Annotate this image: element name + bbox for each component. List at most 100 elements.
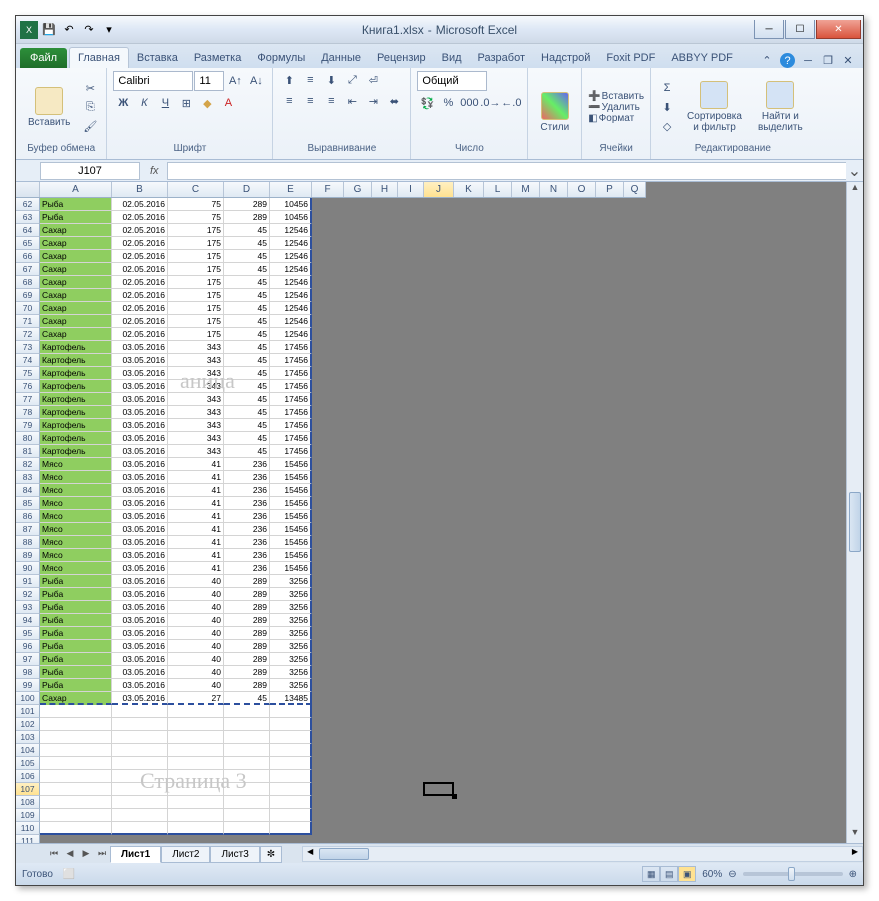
- cell[interactable]: Мясо: [40, 562, 112, 575]
- cell[interactable]: [596, 419, 624, 432]
- cell[interactable]: Рыба: [40, 588, 112, 601]
- cell[interactable]: [40, 822, 112, 835]
- cell[interactable]: 02.05.2016: [112, 250, 168, 263]
- cell[interactable]: [398, 380, 424, 393]
- cell[interactable]: [398, 497, 424, 510]
- cell[interactable]: 289: [224, 653, 270, 666]
- cell[interactable]: Картофель: [40, 341, 112, 354]
- row-header[interactable]: 69: [16, 289, 40, 302]
- cell[interactable]: [270, 731, 312, 744]
- cell[interactable]: [512, 471, 540, 484]
- fill-handle[interactable]: [452, 794, 457, 799]
- cell[interactable]: [454, 315, 484, 328]
- cell[interactable]: [568, 523, 596, 536]
- cell[interactable]: [454, 224, 484, 237]
- cell[interactable]: [112, 809, 168, 822]
- cell[interactable]: [344, 484, 372, 497]
- cell[interactable]: 343: [168, 419, 224, 432]
- format-cells-icon[interactable]: ◧: [588, 113, 597, 124]
- cell[interactable]: [398, 718, 424, 731]
- cell[interactable]: 02.05.2016: [112, 289, 168, 302]
- cell[interactable]: [540, 289, 568, 302]
- cell[interactable]: [398, 276, 424, 289]
- zoom-out-icon[interactable]: ⊖: [728, 869, 736, 880]
- cell[interactable]: [454, 367, 484, 380]
- cell[interactable]: [372, 458, 398, 471]
- cell[interactable]: 343: [168, 393, 224, 406]
- font-color-icon[interactable]: A: [218, 94, 238, 112]
- cell[interactable]: [454, 640, 484, 653]
- cell[interactable]: [596, 393, 624, 406]
- cell[interactable]: [344, 744, 372, 757]
- cell[interactable]: [398, 315, 424, 328]
- cell[interactable]: [424, 627, 454, 640]
- row-header[interactable]: 83: [16, 471, 40, 484]
- cell[interactable]: [312, 250, 344, 263]
- cell[interactable]: [40, 731, 112, 744]
- cell[interactable]: [568, 302, 596, 315]
- cell[interactable]: 03.05.2016: [112, 380, 168, 393]
- cell[interactable]: 41: [168, 562, 224, 575]
- cell[interactable]: [372, 757, 398, 770]
- cell[interactable]: [484, 731, 512, 744]
- zoom-slider[interactable]: [743, 872, 843, 876]
- cell[interactable]: [484, 705, 512, 718]
- cell[interactable]: 289: [224, 211, 270, 224]
- cell[interactable]: [344, 653, 372, 666]
- cell[interactable]: 40: [168, 666, 224, 679]
- cell[interactable]: Мясо: [40, 484, 112, 497]
- cell[interactable]: [312, 783, 344, 796]
- cell[interactable]: [372, 341, 398, 354]
- cell[interactable]: [398, 835, 424, 843]
- cell[interactable]: [398, 263, 424, 276]
- cell[interactable]: 15456: [270, 458, 312, 471]
- cell[interactable]: [312, 341, 344, 354]
- cell[interactable]: [540, 354, 568, 367]
- cell[interactable]: [568, 198, 596, 211]
- cell[interactable]: 175: [168, 315, 224, 328]
- cell[interactable]: [424, 731, 454, 744]
- cell[interactable]: [540, 237, 568, 250]
- cell[interactable]: [372, 497, 398, 510]
- tab-nav-prev-icon[interactable]: ◀: [62, 846, 78, 862]
- cell[interactable]: [312, 809, 344, 822]
- cell[interactable]: [168, 718, 224, 731]
- row-header[interactable]: 62: [16, 198, 40, 211]
- cell[interactable]: [596, 627, 624, 640]
- cell[interactable]: [484, 523, 512, 536]
- cell[interactable]: [454, 211, 484, 224]
- cell[interactable]: 03.05.2016: [112, 562, 168, 575]
- row-header[interactable]: 65: [16, 237, 40, 250]
- select-all-button[interactable]: [16, 182, 40, 197]
- cell[interactable]: [372, 315, 398, 328]
- cell[interactable]: Мясо: [40, 458, 112, 471]
- cell[interactable]: [398, 562, 424, 575]
- cell[interactable]: [372, 562, 398, 575]
- row-header[interactable]: 89: [16, 549, 40, 562]
- cell[interactable]: [312, 419, 344, 432]
- cell[interactable]: [372, 302, 398, 315]
- cell[interactable]: [484, 354, 512, 367]
- cell[interactable]: [624, 679, 646, 692]
- cell[interactable]: [624, 640, 646, 653]
- cell[interactable]: 03.05.2016: [112, 354, 168, 367]
- cell[interactable]: [398, 536, 424, 549]
- tab-layout[interactable]: Разметка: [186, 48, 250, 68]
- cell[interactable]: Сахар: [40, 328, 112, 341]
- cell[interactable]: [398, 406, 424, 419]
- cells-grid[interactable]: аница Страница 3 Рыба02.05.2016752891045…: [40, 198, 646, 843]
- cell[interactable]: 289: [224, 640, 270, 653]
- cell[interactable]: [424, 835, 454, 843]
- cell[interactable]: [540, 445, 568, 458]
- cell[interactable]: [424, 471, 454, 484]
- cell[interactable]: [270, 835, 312, 843]
- cell[interactable]: 45: [224, 419, 270, 432]
- cell[interactable]: 45: [224, 328, 270, 341]
- cell[interactable]: [540, 315, 568, 328]
- row-header[interactable]: 87: [16, 523, 40, 536]
- cell[interactable]: [512, 224, 540, 237]
- cell[interactable]: [372, 354, 398, 367]
- cell[interactable]: [512, 835, 540, 843]
- cell[interactable]: 45: [224, 302, 270, 315]
- cell[interactable]: [512, 341, 540, 354]
